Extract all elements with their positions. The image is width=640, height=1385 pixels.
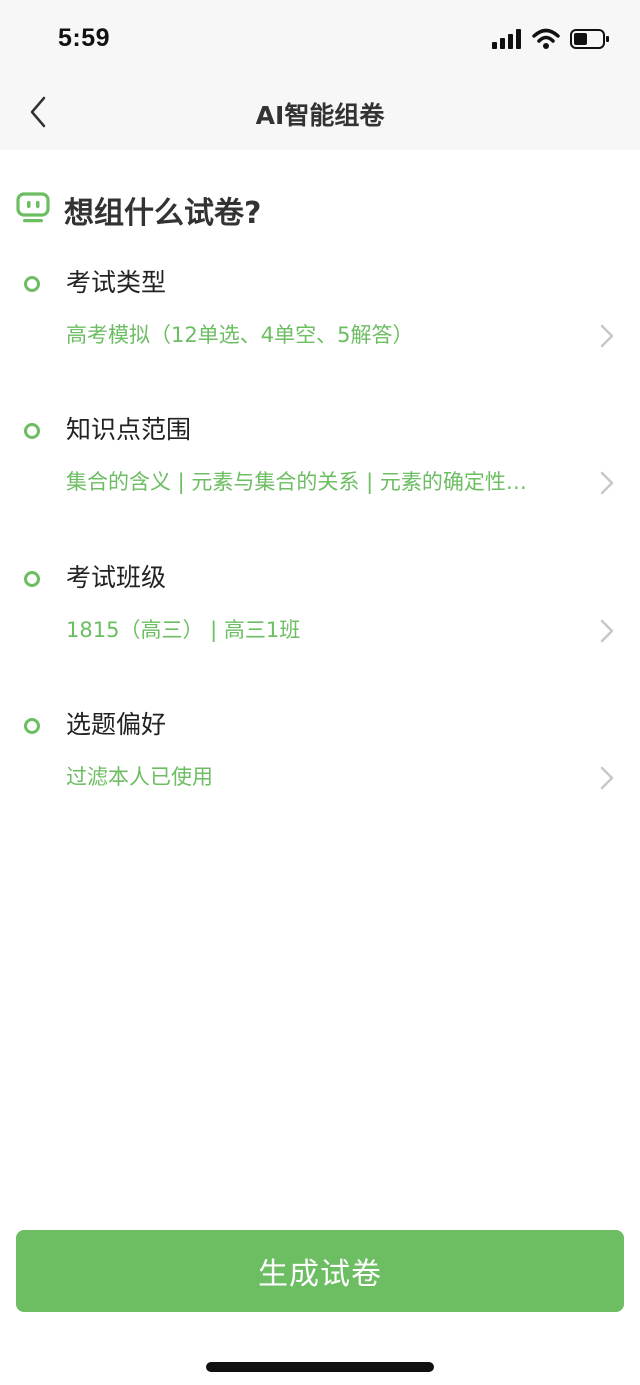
wifi-icon <box>532 28 560 54</box>
section-value: 高考模拟（12单选、4单空、5解答） <box>66 323 414 347</box>
section-title: 考试类型 <box>66 268 167 297</box>
section-title: 知识点范围 <box>66 415 192 444</box>
section-exam-class: 考试班级 1815（高三） | 高三1班 <box>0 561 640 681</box>
section-exam-type: 考试类型 高考模拟（12单选、4单空、5解答） <box>0 266 640 386</box>
page-title: AI智能组卷 <box>255 101 385 130</box>
section-dot-icon <box>24 571 40 587</box>
exam-type-selector[interactable]: 高考模拟（12单选、4单空、5解答） <box>0 316 640 356</box>
status-icons <box>492 28 610 54</box>
knowledge-scope-selector[interactable]: 集合的含义 | 元素与集合的关系 | 元素的确定性… <box>0 463 640 503</box>
selection-preference-selector[interactable]: 过滤本人已使用 <box>0 758 640 798</box>
section-knowledge-scope: 知识点范围 集合的含义 | 元素与集合的关系 | 元素的确定性… <box>0 413 640 533</box>
status-time: 5:59 <box>58 24 111 52</box>
chevron-right-icon <box>600 766 614 790</box>
chevron-right-icon <box>600 324 614 348</box>
section-selection-preference: 选题偏好 过滤本人已使用 <box>0 708 640 828</box>
section-dot-icon <box>24 276 40 292</box>
battery-icon <box>570 28 610 54</box>
home-indicator <box>206 1362 434 1372</box>
generate-exam-button[interactable]: 生成试卷 <box>16 1230 624 1312</box>
section-value: 1815（高三） | 高三1班 <box>66 618 301 642</box>
cellular-signal-icon <box>492 29 522 53</box>
robot-icon <box>16 191 50 229</box>
section-title: 选题偏好 <box>66 710 167 739</box>
section-value: 集合的含义 | 元素与集合的关系 | 元素的确定性… <box>66 470 527 494</box>
top-bar: 5:59 AI智能组卷 <box>0 0 640 150</box>
section-title: 考试班级 <box>66 563 167 592</box>
section-dot-icon <box>24 423 40 439</box>
chevron-right-icon <box>600 619 614 643</box>
question-heading: 想组什么试卷? <box>16 188 261 232</box>
section-dot-icon <box>24 718 40 734</box>
heading-text: 想组什么试卷? <box>64 196 262 231</box>
exam-class-selector[interactable]: 1815（高三） | 高三1班 <box>0 611 640 651</box>
section-value: 过滤本人已使用 <box>66 765 213 789</box>
chevron-right-icon <box>600 471 614 495</box>
